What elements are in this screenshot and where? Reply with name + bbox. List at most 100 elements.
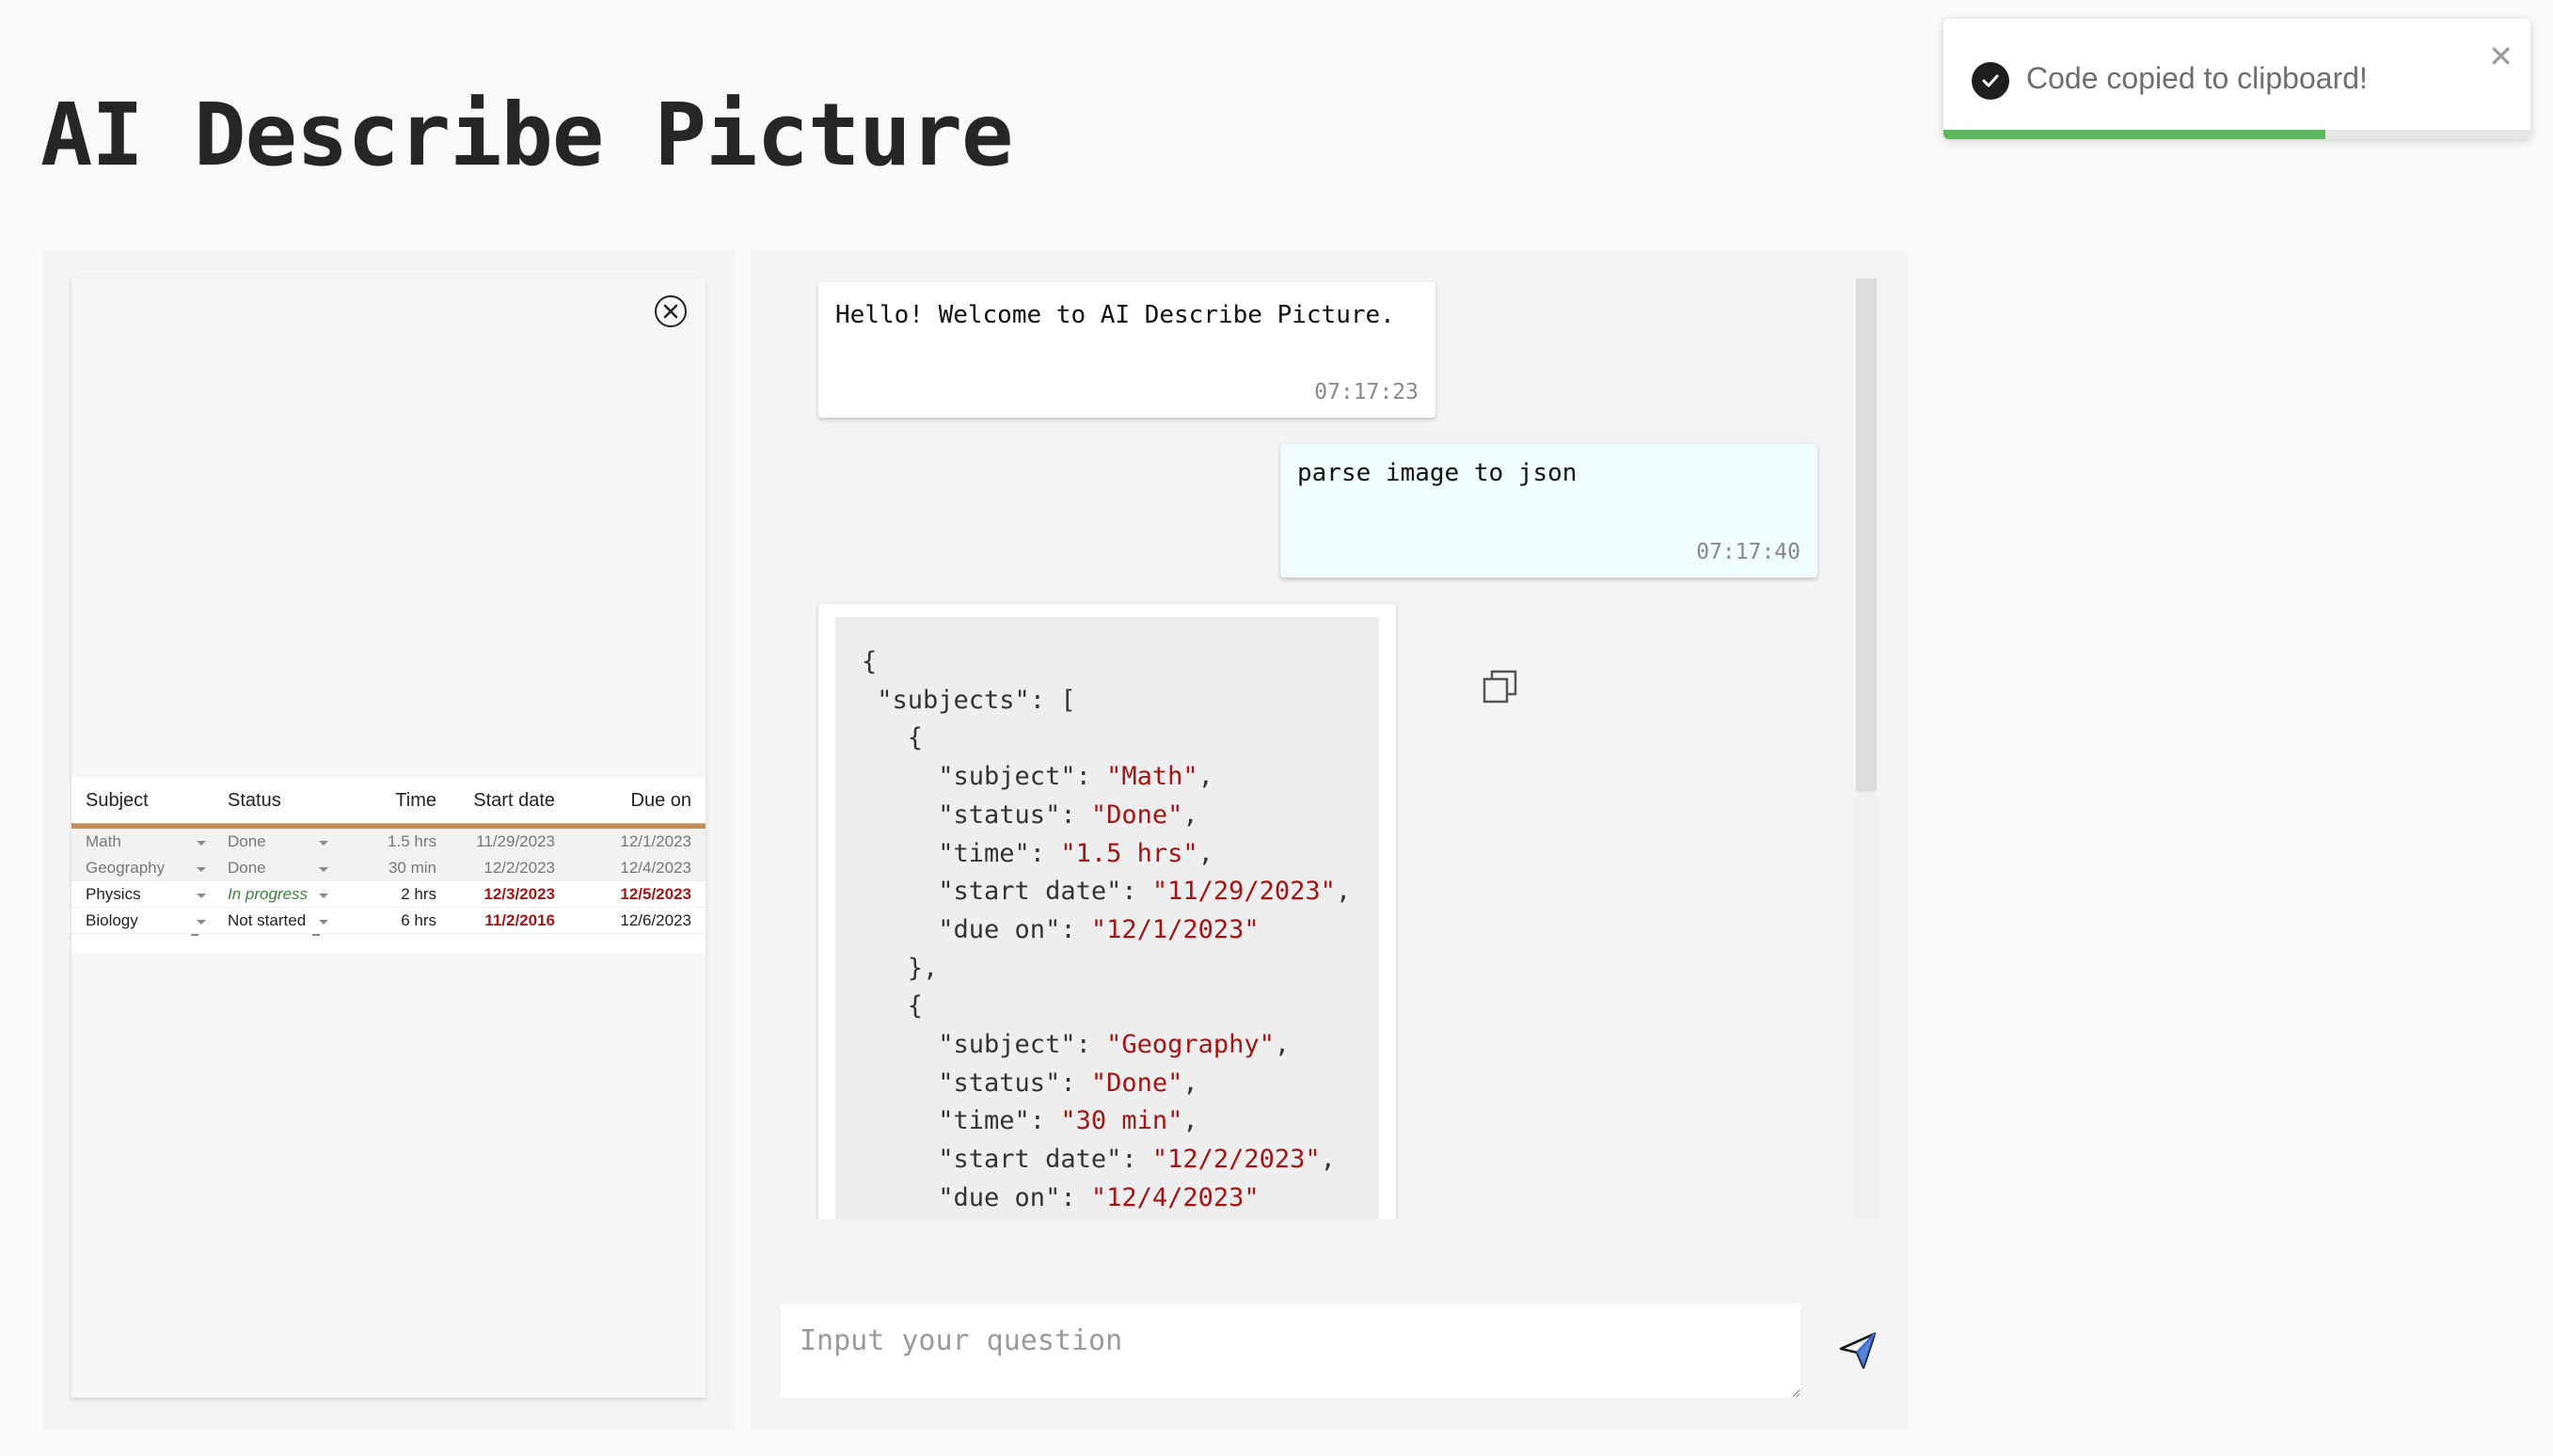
due-date-cell-text: 12/1/2023 <box>620 831 691 850</box>
code-token: , <box>1335 877 1352 907</box>
code-line: }, <box>862 950 1353 989</box>
sheet-header-cell: Start date <box>473 789 555 811</box>
close-circle-icon[interactable] <box>655 295 687 327</box>
code-token: "status": <box>862 799 1091 830</box>
code-token: , <box>1320 1145 1336 1175</box>
time-cell: 6 hrs <box>336 911 451 930</box>
start-date-cell: 12/2/2023 <box>451 859 569 878</box>
code-string: "Geography" <box>1106 1030 1275 1060</box>
message-time: 07:17:40 <box>1696 540 1800 564</box>
subject-cell: Physics <box>71 885 214 904</box>
code-line: { <box>862 643 1353 682</box>
code-line: { <box>862 720 1353 758</box>
due-date-cell: 12/5/2023 <box>569 885 706 904</box>
subject-cell-text: Geography <box>86 858 166 877</box>
code-token: , <box>1274 1030 1291 1060</box>
sheet-empty-row <box>71 934 706 953</box>
start-date-cell: 12/3/2023 <box>451 885 569 904</box>
code-token: "subjects": [ <box>862 685 1076 715</box>
dropdown-arrow-icon <box>197 840 206 846</box>
start-date-cell: 11/2/2016 <box>451 911 569 930</box>
code-token: }, <box>862 953 939 983</box>
code-string: "12/2/2023" <box>1151 1145 1321 1175</box>
code-token: "subject": <box>862 1030 1107 1060</box>
code-string: "1.5 hrs" <box>1060 838 1198 868</box>
code-token: , <box>1197 838 1213 868</box>
subject-cell-text: Biology <box>86 910 138 929</box>
status-cell: Done <box>214 859 336 878</box>
status-cell: In progress <box>214 885 336 904</box>
sheet-row: Math Done 1.5 hrs 11/29/2023 12/1/2023 <box>71 829 706 855</box>
chat-scrollbar[interactable] <box>1856 278 1877 1219</box>
due-date-cell: 12/1/2023 <box>569 832 706 851</box>
status-cell: Done <box>214 832 336 851</box>
toast-progress-bar <box>1943 130 2325 139</box>
dropdown-arrow-icon <box>319 866 328 872</box>
status-cell-text: Done <box>228 858 266 877</box>
close-icon[interactable]: ✕ <box>2488 41 2513 71</box>
code-token: "due on": <box>862 914 1091 944</box>
subject-cell: Biology <box>71 911 214 930</box>
page-title: AI Describe Picture <box>40 85 1013 185</box>
code-string: "Done" <box>1090 799 1183 830</box>
code-token: "time": <box>862 1106 1061 1136</box>
code-string: "11/29/2023" <box>1151 877 1336 907</box>
start-date-cell-text: 12/2/2023 <box>484 858 555 877</box>
chat-panel: Hello! Welcome to AI Describe Picture. 0… <box>751 250 1908 1430</box>
code-line: { <box>862 988 1353 1026</box>
code-line: "status": "Done", <box>862 1065 1353 1103</box>
code-line: "subjects": [ <box>862 682 1353 720</box>
toast-notification: Code copied to clipboard! ✕ <box>1943 19 2530 139</box>
code-line: "start date": "12/2/2023", <box>862 1141 1353 1179</box>
dropdown-arrow-icon <box>197 893 206 898</box>
dropdown-arrow-icon <box>319 919 328 925</box>
dropdown-arrow-icon <box>319 893 328 898</box>
copy-icon[interactable] <box>1328 630 1516 703</box>
code-line: "due on": "12/1/2023" <box>862 911 1353 950</box>
code-line: "due on": "12/4/2023" <box>862 1179 1353 1218</box>
due-date-cell-text: 12/4/2023 <box>620 858 691 877</box>
start-date-cell-text: 12/3/2023 <box>484 884 555 903</box>
toast-message: Code copied to clipboard! <box>2026 61 2368 95</box>
sheet-row: Biology Not started 6 hrs 11/2/2016 12/6/202… <box>71 908 706 934</box>
dropdown-arrow-icon <box>197 919 206 925</box>
due-date-cell: 12/4/2023 <box>569 859 706 878</box>
start-date-cell-text: 11/2/2016 <box>484 910 555 929</box>
scrollbar-thumb[interactable] <box>1856 278 1877 792</box>
chat-messages[interactable]: Hello! Welcome to AI Describe Picture. 0… <box>751 278 1878 1219</box>
user-message: parse image to json 07:17:40 <box>1280 444 1817 578</box>
json-code-block: { "subjects": [ { "subject": "Math", "st… <box>835 617 1516 1219</box>
code-line: "status": "Done", <box>862 797 1353 835</box>
sheet-header-cell: Status <box>228 789 281 811</box>
due-date-cell: 12/6/2023 <box>569 911 706 930</box>
due-date-cell-text: 12/6/2023 <box>620 910 691 929</box>
time-cell: 2 hrs <box>336 885 451 904</box>
spreadsheet-image: Subject Status Time Start date Due on Ma… <box>71 778 706 953</box>
dropdown-arrow-icon <box>319 840 328 846</box>
time-cell-text: 2 hrs <box>401 884 436 903</box>
code-token: , <box>1182 799 1198 830</box>
code-token: , <box>1182 1068 1198 1098</box>
time-cell-text: 6 hrs <box>401 910 436 929</box>
assistant-message: Hello! Welcome to AI Describe Picture. 0… <box>818 282 1435 418</box>
sheet-header-cell: Subject <box>86 789 149 811</box>
message-text: Hello! Welcome to AI Describe Picture. <box>835 301 1395 329</box>
subject-cell-text: Physics <box>86 884 141 903</box>
code-token: { <box>862 991 924 1021</box>
assistant-code-message: { "subjects": [ { "subject": "Math", "st… <box>818 604 1516 1219</box>
dropdown-arrow-icon <box>197 866 206 872</box>
code-line: "subject": "Geography", <box>862 1026 1353 1065</box>
message-time: 07:17:23 <box>1314 380 1419 404</box>
question-input[interactable] <box>781 1304 1800 1398</box>
time-cell: 1.5 hrs <box>336 832 451 851</box>
image-preview-panel: Subject Status Time Start date Due on Ma… <box>42 250 736 1430</box>
send-icon[interactable] <box>1837 1330 1879 1371</box>
message-text: parse image to json <box>1297 459 1578 487</box>
uploaded-image: Subject Status Time Start date Due on Ma… <box>71 278 706 1398</box>
time-cell: 30 min <box>336 859 451 878</box>
start-date-cell: 11/29/2023 <box>451 832 569 851</box>
time-cell-text: 1.5 hrs <box>388 831 436 850</box>
status-cell-text: Not started <box>228 910 307 929</box>
code-token: "status": <box>862 1068 1091 1098</box>
code-token: "start date": <box>862 1145 1152 1175</box>
